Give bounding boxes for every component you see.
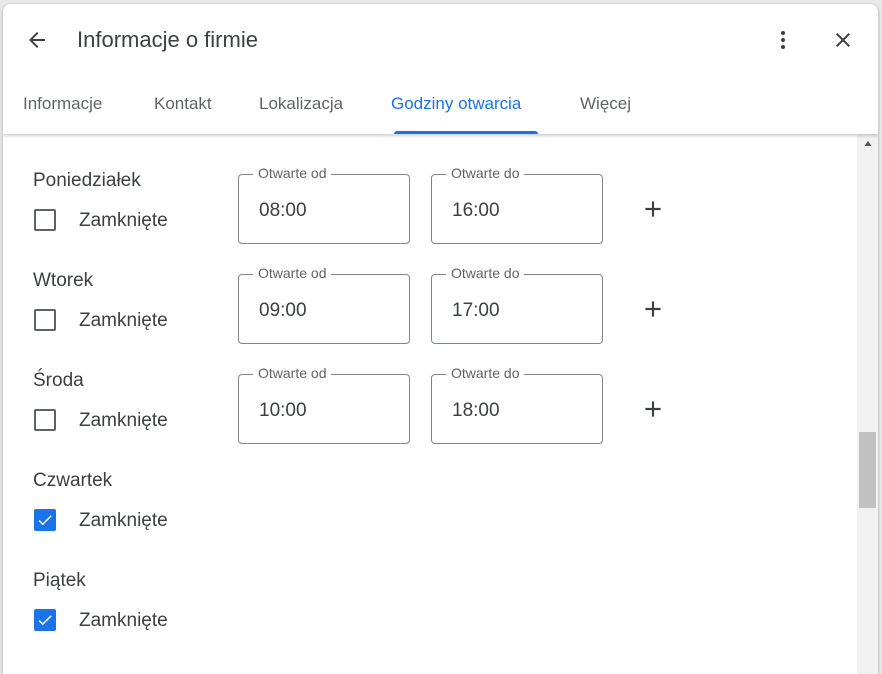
closed-label: Zamknięte [79, 510, 168, 531]
tab-informacje[interactable]: Informacje [23, 82, 102, 134]
closed-label: Zamknięte [79, 410, 168, 431]
back-button[interactable] [17, 20, 57, 60]
tab-wiecej[interactable]: Więcej [580, 82, 631, 134]
day-name: Piątek [33, 570, 86, 591]
open-to-field[interactable]: Otwarte do 17:00 [431, 265, 603, 344]
tab-lokalizacja[interactable]: Lokalizacja [259, 82, 343, 134]
closed-checkbox[interactable] [34, 209, 56, 231]
more-options-button[interactable] [763, 20, 803, 60]
day-row-piatek: Piątek Zamknięte [3, 564, 853, 664]
scrollbar-thumb[interactable] [859, 432, 876, 508]
closed-checkbox[interactable] [34, 509, 56, 531]
closed-label: Zamknięte [79, 210, 168, 231]
open-to-label: Otwarte do [446, 165, 525, 181]
close-icon [836, 33, 850, 47]
open-to-label: Otwarte do [446, 365, 525, 381]
checkmark-icon [38, 515, 52, 526]
day-name: Czwartek [33, 470, 113, 491]
open-from-value: 10:00 [259, 400, 307, 421]
tab-godziny-otwarcia[interactable]: Godziny otwarcia [391, 82, 521, 134]
day-row-wtorek: Wtorek Zamknięte Otwarte od 09:00 Otwart… [3, 264, 853, 364]
vertical-scrollbar[interactable] [857, 134, 878, 674]
open-to-label: Otwarte do [446, 265, 525, 281]
open-to-field[interactable]: Otwarte do 18:00 [431, 365, 603, 444]
more-vert-icon [781, 31, 785, 49]
dialog-title: Informacje o firmie [77, 27, 258, 52]
checkmark-icon [38, 615, 52, 626]
scroll-up-arrow[interactable] [857, 140, 878, 154]
closed-checkbox[interactable] [34, 409, 56, 431]
open-from-field[interactable]: Otwarte od 09:00 [238, 265, 410, 344]
day-row-czwartek: Czwartek Zamknięte [3, 464, 853, 564]
day-row-sroda: Środa Zamknięte Otwarte od 10:00 Otwarte… [3, 364, 853, 464]
open-to-value: 17:00 [452, 300, 500, 321]
opening-hours-content: Poniedziałek Zamknięte Otwarte od 08:00 … [3, 134, 878, 674]
add-hours-button[interactable] [633, 289, 673, 329]
triangle-up-icon [864, 141, 871, 146]
closed-checkbox[interactable] [34, 309, 56, 331]
open-from-label: Otwarte od [253, 165, 332, 181]
add-hours-button[interactable] [633, 189, 673, 229]
arrow-back-icon [29, 32, 45, 48]
open-to-value: 16:00 [452, 200, 500, 221]
closed-checkbox[interactable] [34, 609, 56, 631]
open-from-field[interactable]: Otwarte od 10:00 [238, 365, 410, 444]
tab-bar: Informacje Kontakt Lokalizacja Godziny o… [3, 82, 878, 134]
dialog-header: Informacje o firmie Informacje Kontakt L… [3, 4, 878, 134]
closed-label: Zamknięte [79, 310, 168, 331]
close-button[interactable] [823, 20, 863, 60]
day-name: Poniedziałek [33, 170, 141, 191]
closed-label: Zamknięte [79, 610, 168, 631]
day-row-poniedzialek: Poniedziałek Zamknięte Otwarte od 08:00 … [3, 164, 853, 264]
day-name: Wtorek [33, 270, 94, 291]
open-from-value: 09:00 [259, 300, 307, 321]
open-from-field[interactable]: Otwarte od 08:00 [238, 165, 410, 244]
open-from-label: Otwarte od [253, 265, 332, 281]
open-to-value: 18:00 [452, 400, 500, 421]
plus-icon [645, 201, 661, 217]
business-info-dialog: Informacje o firmie Informacje Kontakt L… [3, 4, 878, 674]
day-name: Środa [33, 370, 84, 391]
add-hours-button[interactable] [633, 389, 673, 429]
plus-icon [645, 401, 661, 417]
open-from-value: 08:00 [259, 200, 307, 221]
plus-icon [645, 301, 661, 317]
active-tab-indicator [394, 131, 538, 134]
open-to-field[interactable]: Otwarte do 16:00 [431, 165, 603, 244]
tab-kontakt[interactable]: Kontakt [154, 82, 212, 134]
open-from-label: Otwarte od [253, 365, 332, 381]
